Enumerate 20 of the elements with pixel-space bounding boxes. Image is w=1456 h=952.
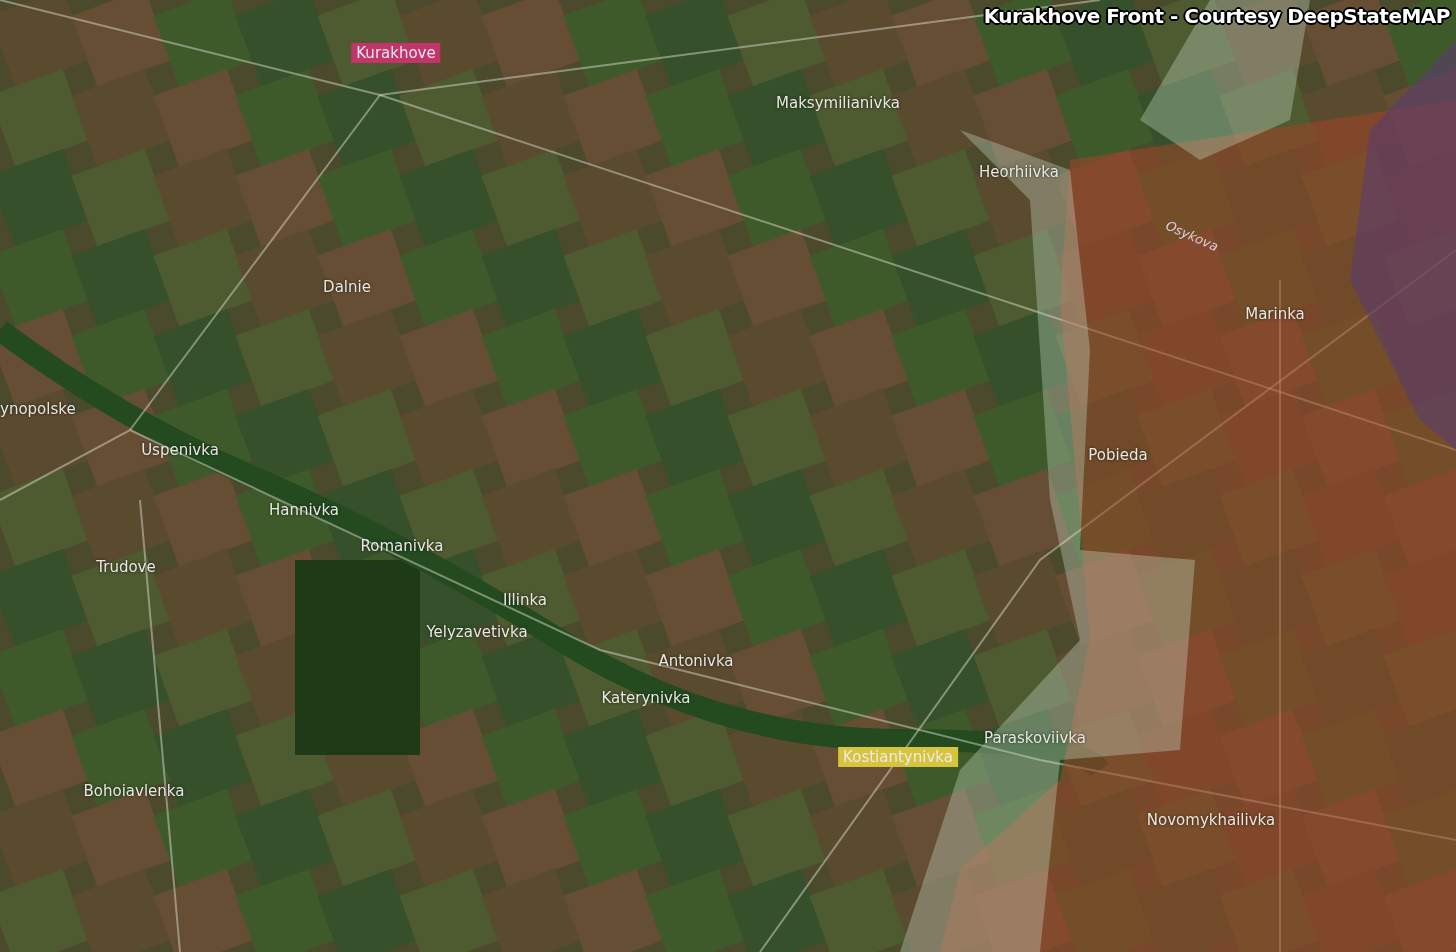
town-label: Hannivka [268,501,340,519]
town-label: Bohoiavlenka [83,782,185,800]
town-label: Illinka [502,591,548,609]
town-label: ynopolske [0,400,76,418]
town-label: Romanivka [360,537,444,555]
town-label: Marinka [1245,305,1305,323]
town-label: Uspenivka [141,441,219,459]
town-label: Katerynivka [601,689,691,707]
town-label: Kurakhove [351,43,441,63]
town-label: Trudove [96,558,156,576]
town-label: Pobieda [1088,446,1148,464]
map-title: Kurakhove Front - Courtesy DeepStateMAP [983,4,1450,28]
town-label: Maksymilianivka [776,94,900,112]
town-label: Antonivka [658,652,734,670]
town-label: Kostiantynivka [838,747,958,767]
town-label: Novomykhailivka [1146,811,1276,829]
town-label: Dalnie [323,278,371,296]
town-label: Yelyzavetivka [426,623,528,641]
town-label: Heorhiivka [979,163,1059,181]
town-label: Paraskoviivka [984,729,1086,747]
